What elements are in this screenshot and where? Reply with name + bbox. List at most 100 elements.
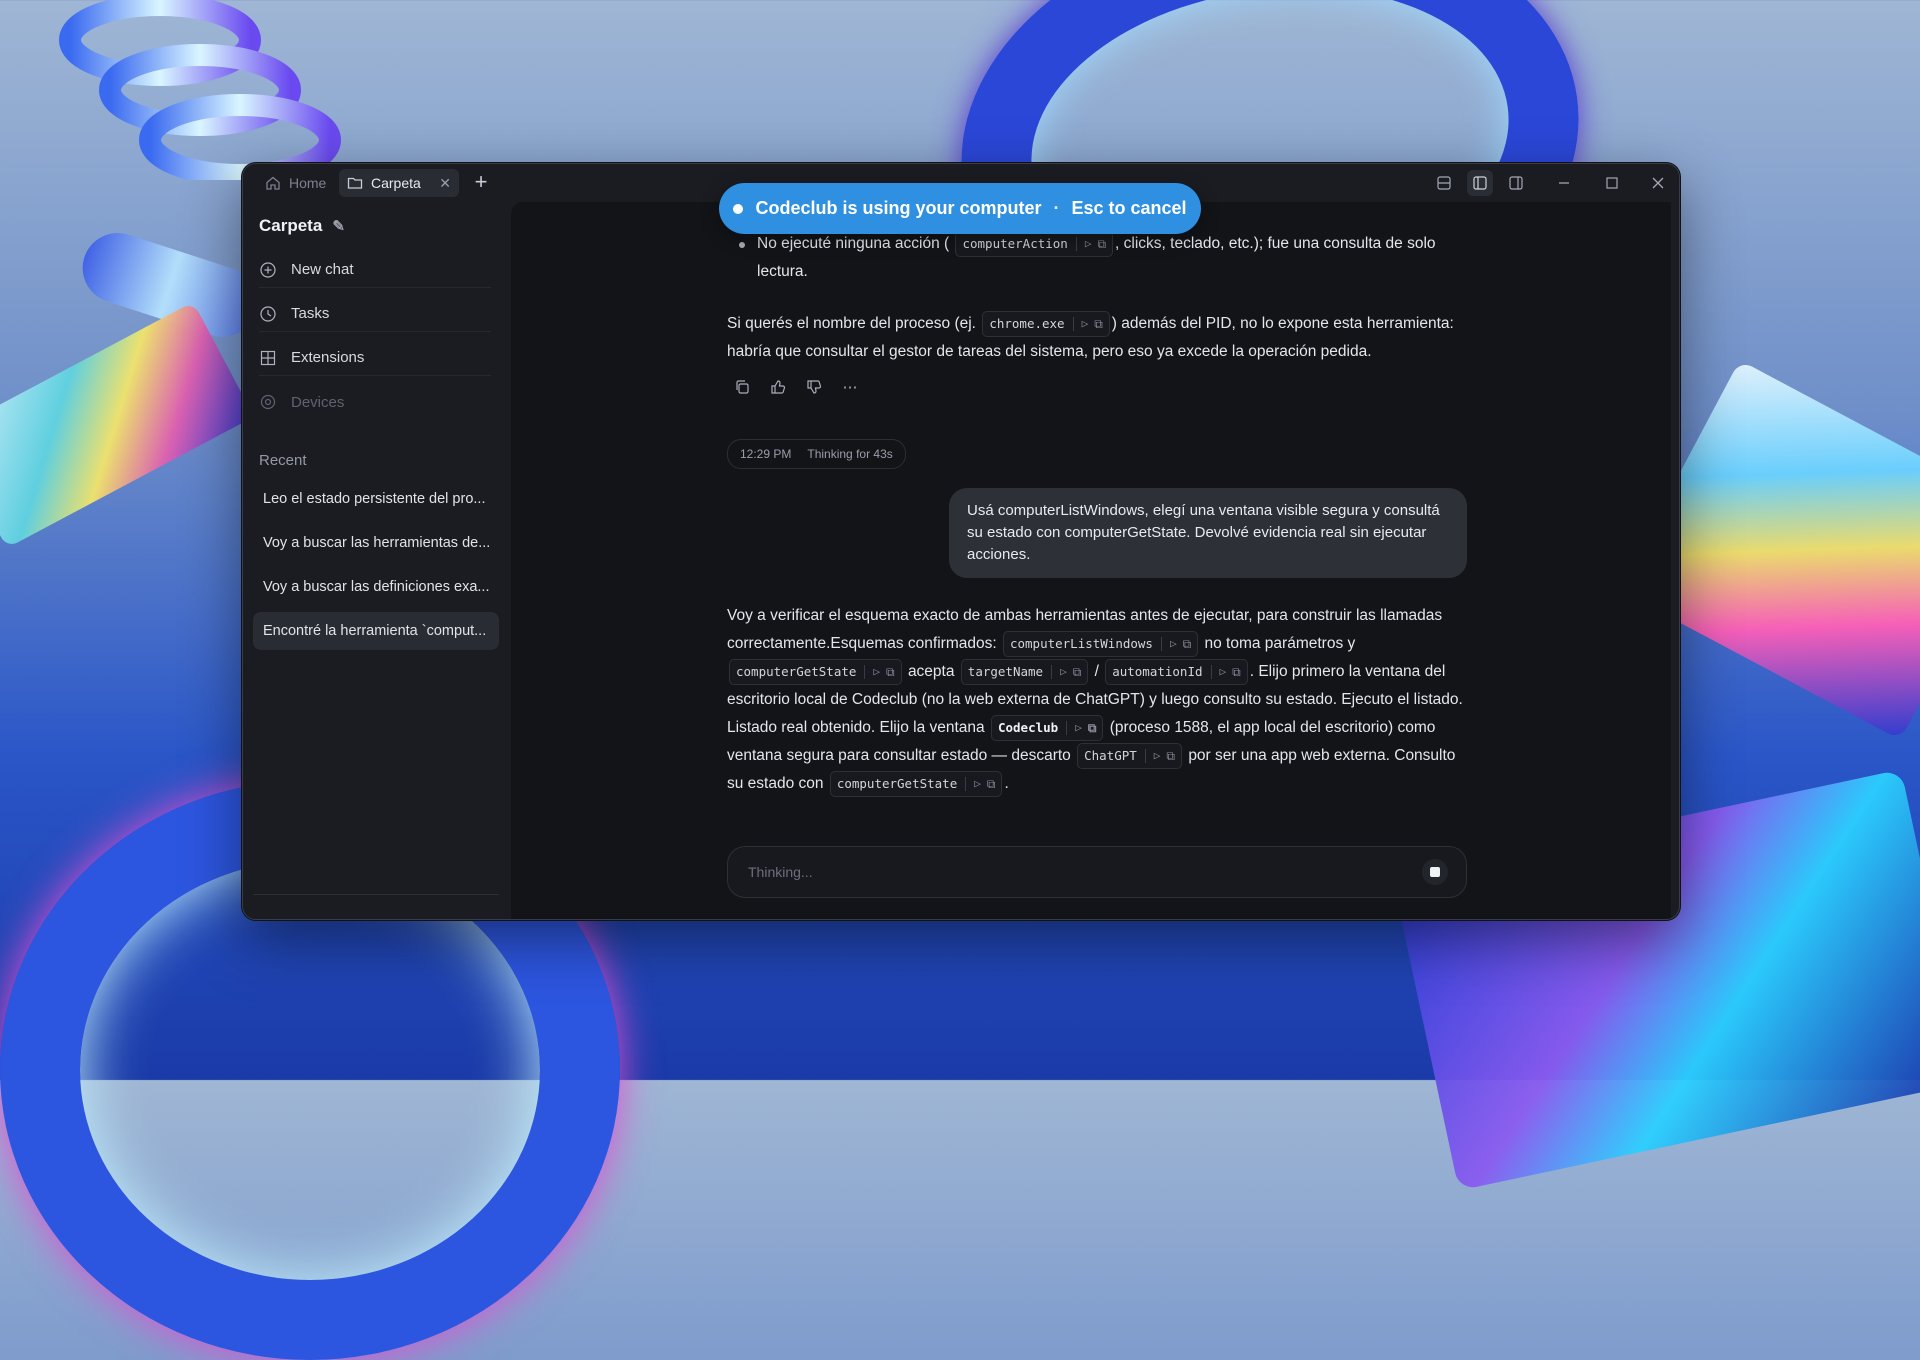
text-span: Listado real obtenido. Elijo la ventana	[727, 719, 985, 736]
inline-code[interactable]: Codeclub ▷ ⧉	[990, 714, 1104, 742]
inline-code[interactable]: ChatGPT ▷ ⧉	[1077, 742, 1182, 770]
pencil-icon[interactable]: ✎	[332, 217, 345, 235]
copy-icon[interactable]: ⧉	[1097, 230, 1106, 258]
code-text: computerGetState	[736, 663, 857, 679]
sidebar-left-icon[interactable]	[1467, 170, 1493, 196]
copy-icon[interactable]	[733, 378, 751, 396]
code-text: chrome.exe	[989, 315, 1065, 331]
copy-icon[interactable]: ⧉	[1094, 310, 1103, 338]
text-span: /	[1094, 663, 1099, 680]
recent-item[interactable]: Voy a buscar las definiciones exa...	[253, 568, 499, 606]
app-window: Home Carpeta ✕ + Carpeta ✎ New chat Task…	[242, 163, 1680, 920]
run-icon[interactable]: ▷	[1075, 714, 1082, 742]
run-icon[interactable]: ▷	[1082, 310, 1089, 338]
text-span: no toma parámetros y	[1204, 635, 1356, 652]
copy-icon[interactable]: ⧉	[987, 770, 996, 798]
inline-code[interactable]: computerAction ▷ ⧉	[955, 230, 1114, 258]
sidebar-item-new-chat[interactable]: New chat	[259, 252, 491, 288]
tab-home-label: Home	[289, 175, 327, 191]
wallpaper-prism-left	[0, 301, 255, 549]
wallpaper-tube	[73, 223, 267, 347]
text-span: Si querés el nombre del proceso (ej.	[727, 315, 976, 332]
copy-icon[interactable]: ⧉	[1166, 742, 1175, 770]
sidebar-item-tasks[interactable]: Tasks	[259, 296, 491, 332]
chat-pane: No ejecuté ninguna acción ( computerActi…	[511, 202, 1671, 919]
inline-code[interactable]: automationId ▷ ⧉	[1105, 658, 1248, 686]
run-icon[interactable]: ▷	[1220, 658, 1227, 686]
thumbs-up-icon[interactable]	[769, 378, 787, 396]
folder-icon	[347, 177, 363, 189]
sidebar-item-label: Extensions	[291, 349, 365, 366]
tab-close-icon[interactable]: ✕	[439, 175, 451, 192]
assistant-paragraph: Voy a verificar el esquema exacto de amb…	[727, 602, 1467, 714]
user-message: Usá computerListWindows, elegí una venta…	[949, 488, 1467, 578]
message-actions: ⋯	[733, 378, 859, 396]
clock-icon	[259, 305, 277, 323]
folder-title-text: Carpeta	[259, 216, 323, 235]
banner-cancel-hint[interactable]: Esc to cancel	[1071, 198, 1186, 219]
devices-icon	[259, 393, 277, 411]
computer-use-banner[interactable]: Codeclub is using your computer · Esc to…	[719, 183, 1201, 234]
run-icon[interactable]: ▷	[1170, 630, 1177, 658]
sidebar-item-devices[interactable]: Devices	[259, 384, 491, 420]
run-icon[interactable]: ▷	[1154, 742, 1161, 770]
text-span: acepta	[907, 663, 955, 680]
close-icon[interactable]	[1645, 170, 1671, 196]
thinking-status[interactable]: 12:29 PM Thinking for 43s	[727, 439, 906, 469]
status-thinking: Thinking for 43s	[807, 447, 893, 461]
code-text: computerListWindows	[1009, 635, 1153, 651]
sidebar-item-label: Tasks	[291, 305, 330, 322]
plus-circle-icon	[259, 261, 277, 279]
inline-code[interactable]: targetName ▷ ⧉	[960, 658, 1089, 686]
recent-item[interactable]: Voy a buscar las herramientas de...	[253, 524, 499, 562]
sidebar-divider	[253, 894, 499, 895]
sidebar-item-label: Devices	[291, 393, 345, 411]
stop-button[interactable]	[1422, 859, 1448, 885]
recent-item[interactable]: Leo el estado persistente del pro...	[253, 480, 499, 518]
code-text: targetName	[967, 663, 1044, 679]
status-time: 12:29 PM	[740, 447, 792, 461]
banner-separator: ·	[1053, 198, 1060, 218]
run-icon[interactable]: ▷	[974, 770, 981, 798]
code-text: computerGetState	[836, 775, 958, 791]
run-icon[interactable]: ▷	[1060, 658, 1067, 686]
copy-icon[interactable]: ⧉	[1183, 630, 1192, 658]
assistant-paragraph: Listado real obtenido. Elijo la ventana …	[727, 714, 1467, 798]
wallpaper-spring	[59, 0, 341, 180]
tab-carpeta-label: Carpeta	[371, 175, 421, 191]
sidebar-item-extensions[interactable]: Extensions	[259, 340, 491, 376]
code-text: computerAction	[962, 235, 1068, 251]
more-icon[interactable]: ⋯	[841, 378, 859, 396]
folder-title: Carpeta ✎	[259, 216, 345, 236]
copy-icon[interactable]: ⧉	[1232, 658, 1241, 686]
run-icon[interactable]: ▷	[873, 658, 880, 686]
tab-carpeta[interactable]: Carpeta ✕	[339, 169, 459, 197]
thumbs-down-icon[interactable]	[805, 378, 823, 396]
stop-icon	[1430, 867, 1440, 877]
layout-icon[interactable]	[1431, 170, 1457, 196]
inline-code[interactable]: computerGetState ▷ ⧉	[729, 658, 902, 686]
inline-code[interactable]: computerListWindows ▷ ⧉	[1002, 630, 1199, 658]
bullet-text: No ejecuté ninguna acción ( computerActi…	[757, 230, 1467, 286]
tab-home[interactable]: Home	[257, 169, 339, 197]
composer	[727, 846, 1467, 898]
sidebar-item-label: New chat	[291, 261, 354, 278]
recent-item-active[interactable]: Encontré la herramienta `comput...	[253, 612, 499, 650]
inline-code[interactable]: chrome.exe ▷ ⧉	[982, 310, 1110, 338]
sidebar: Carpeta ✎ New chat Tasks Extensions Devi…	[243, 202, 511, 919]
copy-icon[interactable]: ⧉	[1073, 658, 1082, 686]
banner-text: Codeclub is using your computer	[755, 198, 1042, 218]
copy-icon[interactable]: ⧉	[1088, 714, 1097, 742]
bullet-item: No ejecuté ninguna acción ( computerActi…	[727, 230, 1467, 286]
minimize-icon[interactable]	[1551, 170, 1577, 196]
message-input[interactable]	[746, 863, 1422, 881]
new-tab-button[interactable]: +	[469, 171, 493, 195]
code-text: ChatGPT	[1084, 747, 1137, 763]
maximize-icon[interactable]	[1599, 170, 1625, 196]
run-icon[interactable]: ▷	[1085, 230, 1092, 258]
bullet-dot	[739, 242, 745, 248]
sidebar-right-icon[interactable]	[1503, 170, 1529, 196]
code-text: Codeclub	[997, 719, 1059, 735]
copy-icon[interactable]: ⧉	[886, 658, 895, 686]
inline-code[interactable]: computerGetState ▷ ⧉	[829, 770, 1003, 798]
